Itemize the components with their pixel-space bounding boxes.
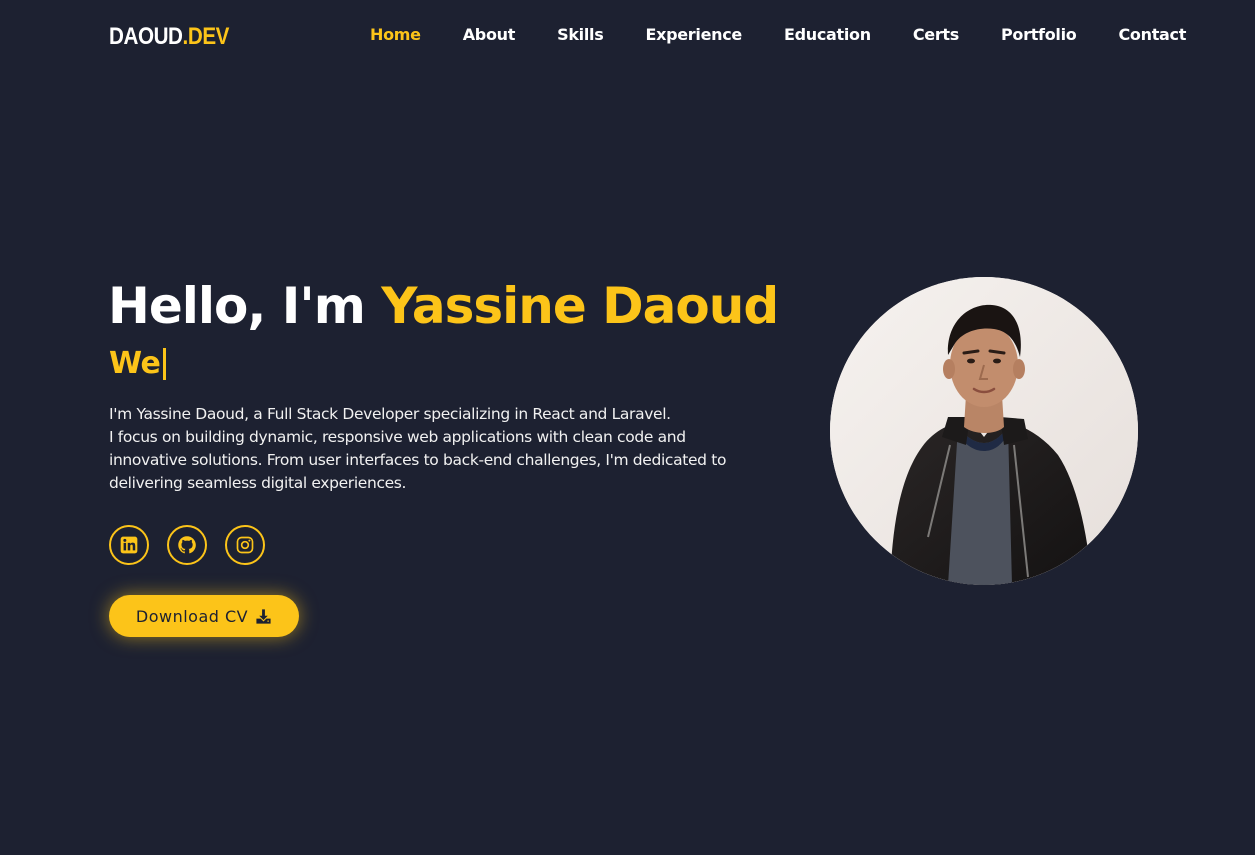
nav-item-experience[interactable]: Experience bbox=[645, 25, 742, 44]
instagram-icon bbox=[236, 536, 254, 554]
hero-title: Hello, I'm Yassine Daoud bbox=[108, 276, 779, 336]
download-cv-label: Download CV bbox=[135, 606, 249, 626]
nav-item-education[interactable]: Education bbox=[784, 25, 871, 44]
profile-photo bbox=[830, 277, 1138, 585]
download-icon bbox=[256, 608, 271, 624]
linkedin-link[interactable] bbox=[109, 525, 149, 565]
nav-item-about[interactable]: About bbox=[463, 25, 516, 44]
bio-line: I focus on building dynamic, responsive … bbox=[109, 428, 686, 446]
navbar: DAOUD. DEV Home About Skills Experience E… bbox=[0, 0, 1255, 74]
github-link[interactable] bbox=[167, 525, 207, 565]
linkedin-icon bbox=[120, 536, 138, 554]
download-cv-button[interactable]: Download CV bbox=[109, 595, 299, 637]
nav-item-certs[interactable]: Certs bbox=[913, 25, 959, 44]
bio-line: innovative solutions. From user interfac… bbox=[109, 451, 727, 469]
social-links bbox=[109, 525, 283, 565]
bio-line: delivering seamless digital experiences. bbox=[109, 474, 407, 492]
nav-item-home[interactable]: Home bbox=[370, 25, 421, 44]
nav-item-contact[interactable]: Contact bbox=[1118, 25, 1186, 44]
instagram-link[interactable] bbox=[225, 525, 265, 565]
hero-bio: I'm Yassine Daoud, a Full Stack Develope… bbox=[109, 403, 769, 495]
typed-role-text: We bbox=[109, 346, 161, 381]
hero-greeting: Hello, I'm bbox=[108, 277, 382, 335]
site-logo[interactable]: DAOUD. DEV bbox=[109, 23, 229, 51]
nav-item-skills[interactable]: Skills bbox=[557, 25, 604, 44]
logo-accent-text: DEV bbox=[187, 23, 230, 50]
bio-line: I'm Yassine Daoud, a Full Stack Develope… bbox=[109, 405, 671, 423]
logo-main-text: DAOUD bbox=[109, 23, 183, 50]
typed-role: We bbox=[109, 346, 167, 382]
typing-cursor bbox=[163, 348, 167, 380]
page: DAOUD. DEV Home About Skills Experience E… bbox=[0, 0, 1255, 855]
nav-item-portfolio[interactable]: Portfolio bbox=[1001, 25, 1077, 44]
profile-photo-illustration bbox=[830, 277, 1138, 585]
hero-name: Yassine Daoud bbox=[381, 277, 779, 335]
github-icon bbox=[178, 536, 196, 554]
nav-links: Home About Skills Experience Education C… bbox=[370, 25, 1186, 44]
